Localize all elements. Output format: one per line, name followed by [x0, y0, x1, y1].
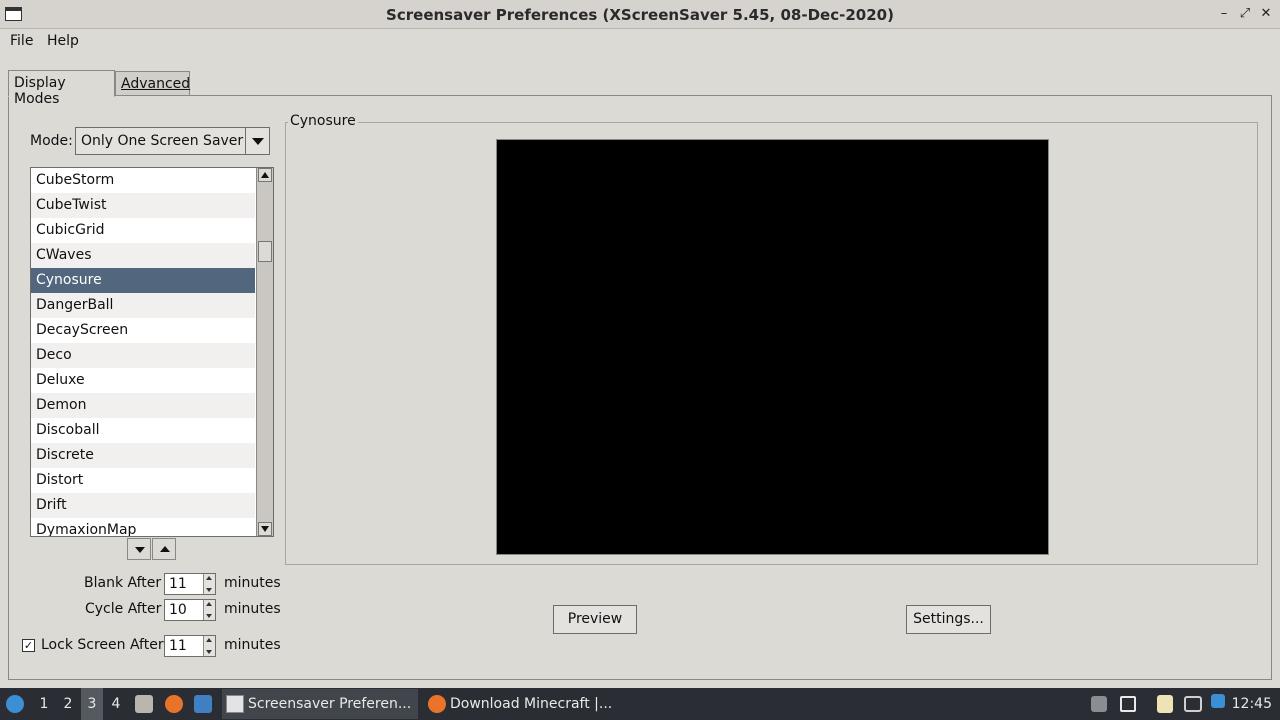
- taskbar: 1 2 3 4 Screensaver Preferen... Download…: [0, 688, 1280, 720]
- task-label: Screensaver Preferen...: [248, 696, 412, 712]
- menu-help[interactable]: Help: [47, 33, 79, 49]
- screensaver-preview: [496, 139, 1049, 555]
- spinner-arrows-icon[interactable]: [203, 600, 215, 620]
- next-saver-button[interactable]: [127, 538, 151, 560]
- lock-screen-checkbox[interactable]: ✓: [22, 639, 35, 652]
- menu-file[interactable]: File: [10, 33, 33, 49]
- task-label: Download Minecraft |...: [450, 696, 613, 712]
- workspace-3[interactable]: 3: [81, 688, 103, 720]
- minimize-button[interactable]: –: [1216, 6, 1232, 22]
- blank-after-label: Blank After: [84, 575, 162, 591]
- preview-frame-title: Cynosure: [288, 113, 358, 129]
- previous-saver-button[interactable]: [152, 538, 176, 560]
- mode-select[interactable]: Only One Screen Saver: [75, 127, 270, 155]
- screensaver-list-items: CubeStorm CubeTwist CubicGrid CWaves Cynosur…: [31, 168, 255, 536]
- list-item[interactable]: Deluxe: [31, 368, 255, 393]
- mode-label: Mode:: [30, 133, 73, 149]
- cycle-after-spinner[interactable]: 10: [164, 599, 216, 621]
- cycle-after-unit: minutes: [224, 601, 281, 617]
- list-scrollbar[interactable]: [256, 168, 273, 536]
- list-item[interactable]: Cynosure: [31, 268, 255, 293]
- chevron-down-icon[interactable]: [245, 128, 269, 154]
- window-title: Screensaver Preferences (XScreenSaver 5.…: [386, 6, 894, 24]
- task-screensaver-preferences[interactable]: Screensaver Preferen...: [222, 689, 418, 719]
- start-menu-icon[interactable]: [6, 695, 24, 713]
- list-item[interactable]: DangerBall: [31, 293, 255, 318]
- clipboard-icon[interactable]: [1157, 695, 1173, 713]
- list-item[interactable]: DymaxionMap: [31, 518, 255, 536]
- list-item[interactable]: CubeTwist: [31, 193, 255, 218]
- workspace-4[interactable]: 4: [105, 688, 127, 720]
- list-item[interactable]: Discoball: [31, 418, 255, 443]
- lock-after-spinner[interactable]: 11: [164, 635, 216, 657]
- menu-bar: File Help: [0, 29, 1280, 54]
- tab-advanced[interactable]: Advanced: [115, 71, 190, 96]
- task-download-minecraft[interactable]: Download Minecraft |...: [424, 689, 620, 719]
- spinner-arrows-icon[interactable]: [203, 574, 215, 594]
- close-button[interactable]: ✕: [1258, 6, 1274, 22]
- list-item[interactable]: CubicGrid: [31, 218, 255, 243]
- terminal-icon[interactable]: [194, 695, 212, 713]
- window-icon: [226, 695, 244, 713]
- lock-after-value: 11: [169, 638, 187, 654]
- blank-after-unit: minutes: [224, 575, 281, 591]
- clock: 12:45: [1231, 696, 1272, 712]
- blank-after-value: 11: [169, 576, 187, 592]
- screensaver-list[interactable]: CubeStorm CubeTwist CubicGrid CWaves Cynosur…: [30, 167, 274, 537]
- workspace-2[interactable]: 2: [57, 688, 79, 720]
- volume-icon[interactable]: [1120, 696, 1136, 712]
- scroll-thumb[interactable]: [258, 241, 272, 262]
- tray-expand-icon[interactable]: [1091, 696, 1107, 712]
- mode-select-value: Only One Screen Saver: [81, 133, 244, 149]
- cycle-after-label: Cycle After: [85, 601, 162, 617]
- lock-after-unit: minutes: [224, 637, 281, 653]
- scroll-up-icon[interactable]: [258, 168, 272, 182]
- network-icon[interactable]: [1184, 696, 1202, 712]
- list-item[interactable]: Demon: [31, 393, 255, 418]
- preview-button[interactable]: Preview: [553, 605, 637, 634]
- firefox-icon: [428, 695, 446, 713]
- list-item[interactable]: CubeStorm: [31, 168, 255, 193]
- list-item[interactable]: Drift: [31, 493, 255, 518]
- scroll-down-icon[interactable]: [258, 522, 272, 536]
- list-item[interactable]: DecayScreen: [31, 318, 255, 343]
- list-item[interactable]: Deco: [31, 343, 255, 368]
- list-item[interactable]: CWaves: [31, 243, 255, 268]
- blank-after-spinner[interactable]: 11: [164, 573, 216, 595]
- lock-screen-label: Lock Screen After: [41, 637, 164, 653]
- update-notifier-icon[interactable]: [1211, 694, 1225, 708]
- tab-display-modes[interactable]: Display Modes: [8, 70, 115, 107]
- title-bar: Screensaver Preferences (XScreenSaver 5.…: [0, 0, 1280, 29]
- workspace-1[interactable]: 1: [33, 688, 55, 720]
- cycle-after-value: 10: [169, 602, 187, 618]
- settings-button[interactable]: Settings...: [906, 605, 991, 634]
- spinner-arrows-icon[interactable]: [203, 636, 215, 656]
- file-manager-icon[interactable]: [135, 695, 153, 713]
- list-item[interactable]: Distort: [31, 468, 255, 493]
- maximize-button[interactable]: ⤢: [1237, 6, 1253, 22]
- list-item[interactable]: Discrete: [31, 443, 255, 468]
- firefox-icon[interactable]: [165, 695, 183, 713]
